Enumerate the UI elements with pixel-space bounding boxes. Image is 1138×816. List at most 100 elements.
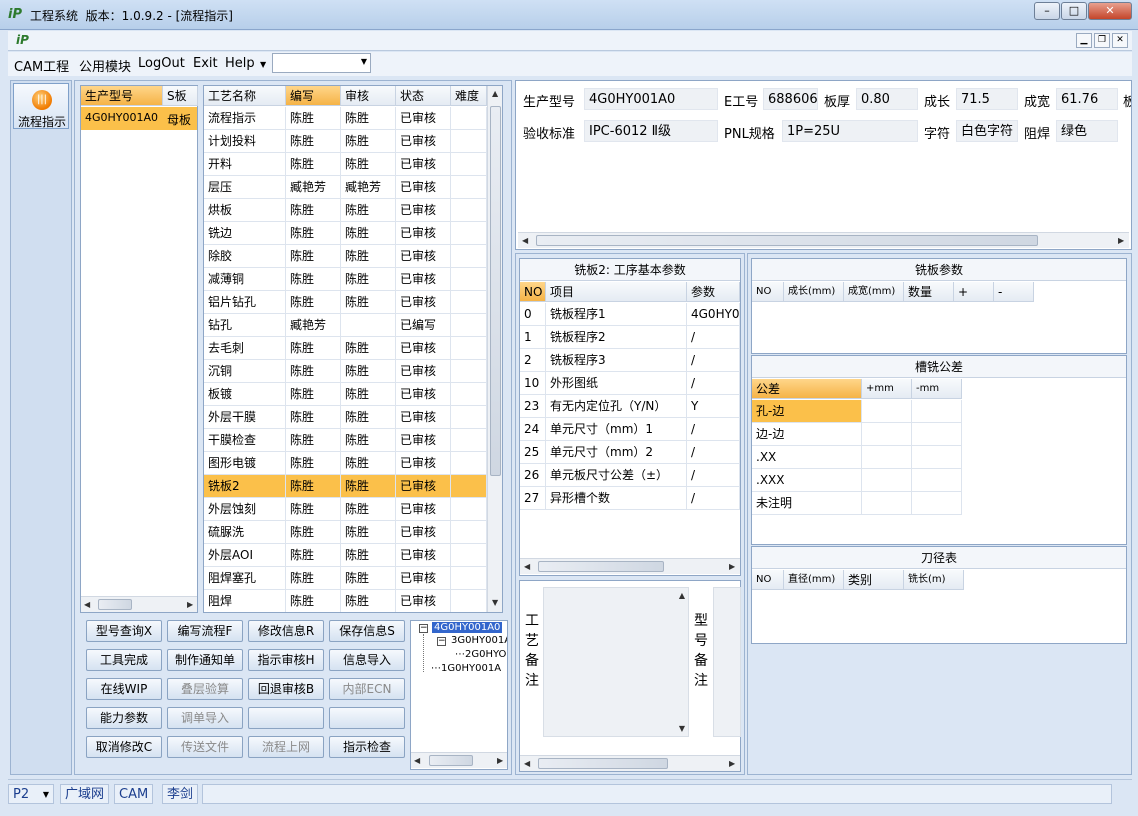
action-button[interactable]: 能力参数 bbox=[86, 707, 162, 729]
tolerance-plus-cell[interactable] bbox=[862, 469, 912, 492]
tolerance-minus-cell[interactable] bbox=[912, 492, 962, 515]
table-row[interactable]: 开料 陈胜 陈胜 已审核 bbox=[204, 153, 487, 176]
tool-col-no[interactable]: NO bbox=[752, 570, 784, 590]
tolerance-plus-cell[interactable] bbox=[862, 492, 912, 515]
scroll-thumb[interactable] bbox=[98, 599, 132, 610]
toolbar-combo[interactable]: ▼ bbox=[272, 53, 371, 73]
action-button[interactable]: 回退审核B bbox=[248, 678, 324, 700]
info-hscrollbar[interactable]: ◀ ▶ bbox=[518, 232, 1129, 248]
minimize-button[interactable]: – bbox=[1034, 2, 1060, 20]
info-value-length[interactable]: 71.5 bbox=[956, 88, 1018, 110]
info-value-soldermask[interactable]: 绿色 bbox=[1056, 120, 1118, 142]
scroll-thumb[interactable] bbox=[538, 758, 668, 769]
model-remark-textarea[interactable] bbox=[713, 587, 741, 737]
info-value-standard[interactable]: IPC-6012 Ⅱ级 bbox=[584, 120, 718, 142]
menu-logout[interactable]: LogOut bbox=[138, 56, 185, 71]
mdi-minimize-button[interactable]: ▁ bbox=[1076, 33, 1092, 48]
tolerance-minus-cell[interactable] bbox=[912, 446, 962, 469]
scroll-thumb[interactable] bbox=[490, 106, 501, 476]
table-row[interactable]: 23 有无内定位孔（Y/N） Y bbox=[520, 395, 740, 418]
scroll-left-icon[interactable]: ◀ bbox=[524, 562, 530, 571]
table-row[interactable]: 0铣板程序14G0HY00 bbox=[520, 303, 740, 326]
menu-cam[interactable]: CAM工程 bbox=[14, 56, 69, 75]
page-selector[interactable]: P2 ▼ bbox=[8, 784, 54, 804]
col-header-process[interactable]: 工艺名称 bbox=[204, 86, 286, 106]
mill-col-qty[interactable]: 数量 bbox=[904, 282, 954, 302]
tolerance-minus-cell[interactable] bbox=[912, 400, 962, 423]
table-row[interactable]: 层压 臧艳芳 臧艳芳 已审核 bbox=[204, 176, 487, 199]
tolerance-plus-cell[interactable] bbox=[862, 400, 912, 423]
scroll-left-icon[interactable]: ◀ bbox=[84, 600, 90, 609]
tolerance-minus-cell[interactable] bbox=[912, 469, 962, 492]
action-button[interactable]: 内部ECN bbox=[329, 678, 405, 700]
mill-col-length[interactable]: 成长(mm) bbox=[784, 282, 844, 302]
table-row[interactable]: 10 外形图纸 / bbox=[520, 372, 740, 395]
action-button[interactable]: 制作通知单 bbox=[167, 649, 243, 671]
menu-public-module[interactable]: 公用模块 bbox=[79, 56, 131, 75]
action-button[interactable]: 型号查询X bbox=[86, 620, 162, 642]
scroll-thumb[interactable] bbox=[429, 755, 473, 766]
table-row[interactable]: 干膜检查 陈胜 陈胜 已审核 bbox=[204, 429, 487, 452]
nav-process-button[interactable]: ||| 流程指示 bbox=[13, 83, 69, 129]
action-button[interactable]: 编写流程F bbox=[167, 620, 243, 642]
model-col-header[interactable]: 生产型号 bbox=[81, 86, 163, 106]
table-row[interactable]: 图形电镀 陈胜 陈胜 已审核 bbox=[204, 452, 487, 475]
table-row[interactable]: 25 单元尺寸（mm）2/ bbox=[520, 441, 740, 464]
tool-col-type[interactable]: 类别 bbox=[844, 570, 904, 590]
table-row[interactable]: 减薄铜 陈胜 陈胜 已审核 bbox=[204, 268, 487, 291]
table-row[interactable]: 计划投料 陈胜 陈胜 已审核 bbox=[204, 130, 487, 153]
table-row[interactable]: 钻孔 臧艳芳 已编写 bbox=[204, 314, 487, 337]
scroll-up-icon[interactable]: ▲ bbox=[492, 89, 498, 98]
mill-col-width[interactable]: 成宽(mm) bbox=[844, 282, 904, 302]
params-col-value[interactable]: 参数 bbox=[687, 282, 740, 302]
tool-col-length[interactable]: 铣长(m) bbox=[904, 570, 964, 590]
table-row[interactable]: 沉铜 陈胜 陈胜 已审核 bbox=[204, 360, 487, 383]
info-value-model[interactable]: 4G0HY001A0 bbox=[584, 88, 718, 110]
scroll-left-icon[interactable]: ◀ bbox=[522, 236, 528, 245]
col-header-reviewer[interactable]: 审核 bbox=[341, 86, 396, 106]
info-value-pnl[interactable]: 1P=25U bbox=[782, 120, 918, 142]
scroll-left-icon[interactable]: ◀ bbox=[524, 759, 530, 768]
table-row[interactable]: 孔-边 bbox=[752, 400, 962, 423]
action-button[interactable]: 叠层验算 bbox=[167, 678, 243, 700]
table-row[interactable]: 阻焊 陈胜 陈胜 已审核 bbox=[204, 590, 487, 612]
action-button[interactable]: 修改信息R bbox=[248, 620, 324, 642]
action-button[interactable]: 信息导入 bbox=[329, 649, 405, 671]
table-row[interactable]: 阻焊塞孔 陈胜 陈胜 已审核 bbox=[204, 567, 487, 590]
scroll-right-icon[interactable]: ▶ bbox=[729, 562, 735, 571]
info-value-thickness[interactable]: 0.80 bbox=[856, 88, 918, 110]
tolerance-plus-cell[interactable] bbox=[862, 446, 912, 469]
scroll-thumb[interactable] bbox=[536, 235, 1038, 246]
scroll-up-icon[interactable]: ▲ bbox=[679, 591, 685, 600]
table-row[interactable]: 26 单元板尺寸公差（±） / bbox=[520, 464, 740, 487]
action-button[interactable]: 指示审核H bbox=[248, 649, 324, 671]
table-row[interactable]: 2 铣板程序3/ bbox=[520, 349, 740, 372]
table-row[interactable]: 铣板2 陈胜 陈胜 已审核 bbox=[204, 475, 487, 498]
tol-col-plus[interactable]: +mm bbox=[862, 379, 912, 399]
table-row[interactable]: 27 异形槽个数 / bbox=[520, 487, 740, 510]
help-dropdown-icon[interactable]: ▼ bbox=[260, 60, 266, 69]
table-row[interactable]: 铣边 陈胜 陈胜 已审核 bbox=[204, 222, 487, 245]
table-row[interactable]: 除胶 陈胜 陈胜 已审核 bbox=[204, 245, 487, 268]
tree-child-node[interactable]: 3G0HY001A bbox=[451, 635, 507, 646]
table-row[interactable]: 铝片钻孔 陈胜 陈胜 已审核 bbox=[204, 291, 487, 314]
params-col-no[interactable]: NO bbox=[520, 282, 546, 302]
info-value-silkscreen[interactable]: 白色字符 bbox=[956, 120, 1018, 142]
col-header-author[interactable]: 编写 bbox=[286, 86, 341, 106]
tree-grandchild-node[interactable]: ⋯2G0HYO bbox=[455, 649, 506, 660]
col-header-status[interactable]: 状态 bbox=[396, 86, 451, 106]
mdi-close-button[interactable]: ✕ bbox=[1112, 33, 1128, 48]
table-row[interactable]: 流程指示 陈胜 陈胜 已审核 bbox=[204, 107, 487, 130]
table-row[interactable]: 硫脲洗 陈胜 陈胜 已审核 bbox=[204, 521, 487, 544]
table-row[interactable]: 板镀 陈胜 陈胜 已审核 bbox=[204, 383, 487, 406]
tol-col-name[interactable]: 公差 bbox=[752, 379, 862, 399]
action-button[interactable]: 保存信息S bbox=[329, 620, 405, 642]
action-button[interactable]: 传送文件 bbox=[167, 736, 243, 758]
table-row[interactable]: 外层干膜 陈胜 陈胜 已审核 bbox=[204, 406, 487, 429]
info-value-eno[interactable]: 688606 bbox=[763, 88, 818, 110]
close-button[interactable]: ✕ bbox=[1088, 2, 1132, 20]
tree-hscrollbar[interactable]: ◀ ▶ bbox=[411, 752, 507, 768]
mdi-restore-button[interactable]: ❐ bbox=[1094, 33, 1110, 48]
process-vscrollbar[interactable]: ▲ ▼ bbox=[487, 86, 502, 612]
collapse-icon[interactable]: − bbox=[419, 624, 428, 633]
